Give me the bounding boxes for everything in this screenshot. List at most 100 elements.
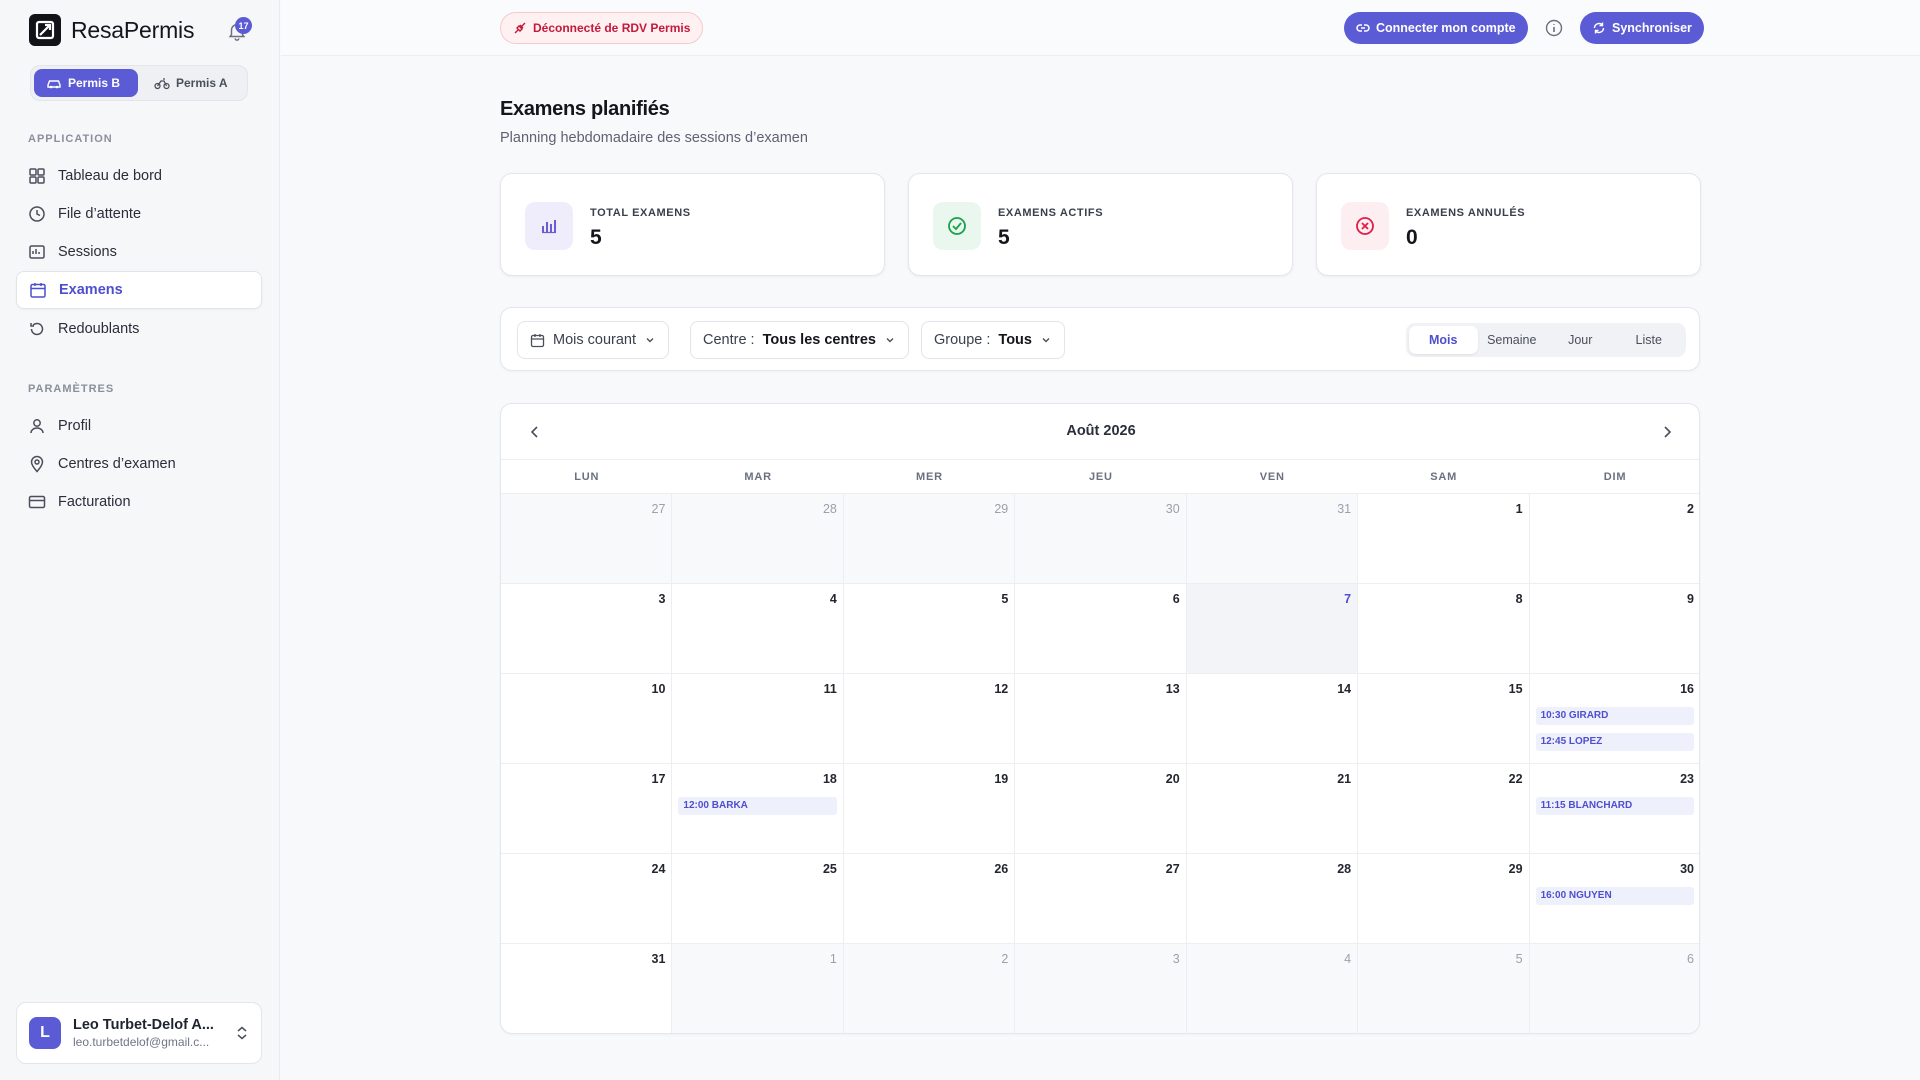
calendar-day-cell[interactable]: 23 11:15 BLANCHARD: [1529, 764, 1699, 854]
exam-event[interactable]: 12:00 BARKA: [678, 797, 837, 815]
calendar-day-cell[interactable]: 28: [672, 494, 844, 584]
calendar-day-cell[interactable]: 28: [1186, 854, 1359, 944]
calendar-day-cell[interactable]: 5: [1358, 944, 1530, 1033]
calendar-day-cell[interactable]: 4: [672, 584, 844, 674]
calendar-day-cell[interactable]: 5: [843, 584, 1016, 674]
calendar-day-cell[interactable]: 3: [1015, 944, 1187, 1033]
calendar-day-cell[interactable]: 3: [501, 584, 673, 674]
weekday-label: MAR: [744, 471, 772, 483]
day-number: 4: [829, 592, 837, 606]
chevron-up-down-icon: [237, 1026, 247, 1040]
day-number: 29: [1508, 862, 1523, 876]
bar-chart-icon: [525, 202, 573, 250]
calendar-day-cell[interactable]: 31: [501, 944, 673, 1033]
nav-item-sessions[interactable]: Sessions: [16, 233, 262, 271]
chevron-down-icon: [1042, 338, 1050, 343]
calendar-day-cell[interactable]: 31: [1186, 494, 1359, 584]
nav-item-facturation[interactable]: Facturation: [16, 483, 262, 521]
calendar-day-cell[interactable]: 17: [501, 764, 673, 854]
stat-value: 5: [590, 226, 602, 249]
calendar-day-cell[interactable]: 29: [843, 494, 1016, 584]
calendar-day-cell[interactable]: 21: [1186, 764, 1359, 854]
day-number: 11: [823, 682, 837, 696]
calendar-day-cell[interactable]: 4: [1186, 944, 1359, 1033]
nav-item-tableau-de-bord[interactable]: Tableau de bord: [16, 157, 262, 195]
calendar-day-cell[interactable]: 7: [1186, 584, 1359, 674]
centre-select[interactable]: Centre : Tous les centres: [690, 321, 909, 359]
nav-item-redoublants[interactable]: Redoublants: [16, 310, 262, 348]
nav-item-examens[interactable]: Examens: [16, 271, 262, 309]
calendar-day-cell[interactable]: 16 10:30 GIRARD 12:45 LOPEZ: [1529, 674, 1699, 764]
brand-name: ResaPermis: [71, 16, 195, 43]
calendar-day-cell[interactable]: 14: [1186, 674, 1359, 764]
info-icon[interactable]: [1544, 18, 1564, 38]
calendar-day-cell[interactable]: 30: [1015, 494, 1187, 584]
day-number: 3: [658, 592, 666, 606]
calendar-day-cell[interactable]: 30 16:00 NGUYEN: [1529, 854, 1699, 944]
calendar-day-cell[interactable]: 25: [672, 854, 844, 944]
sync-button[interactable]: Synchroniser: [1580, 12, 1704, 44]
calendar-day-cell[interactable]: 2: [1529, 494, 1699, 584]
weekday-label: MER: [916, 471, 943, 483]
calendar-day-cell[interactable]: 20: [1015, 764, 1187, 854]
view-tab-semaine[interactable]: Semaine: [1478, 326, 1547, 354]
calendar-day-cell[interactable]: 27: [501, 494, 673, 584]
calendar-day-cell[interactable]: 29: [1358, 854, 1530, 944]
calendar-day-cell[interactable]: 8: [1358, 584, 1530, 674]
calendar-day-cell[interactable]: 24: [501, 854, 673, 944]
calendar-day-cell[interactable]: 13: [1015, 674, 1187, 764]
chevron-down-icon: [646, 338, 654, 343]
calendar-day-cell[interactable]: 9: [1529, 584, 1699, 674]
permis-a-tab[interactable]: Permis A: [142, 69, 240, 97]
brand[interactable]: ResaPermis: [29, 14, 194, 46]
calendar-day-cell[interactable]: 22: [1358, 764, 1530, 854]
sidebar: ResaPermis 17 Permis B Permis A APPLICAT…: [0, 0, 280, 1080]
calendar-day-cell[interactable]: 6: [1529, 944, 1699, 1033]
user-menu[interactable]: L Leo Turbet-Delof A... leo.turbetdelof@…: [16, 1002, 262, 1064]
calendar-day-cell[interactable]: 1: [672, 944, 844, 1033]
view-tab-jour[interactable]: Jour: [1546, 326, 1615, 354]
nav-label: Redoublants: [58, 321, 140, 337]
day-number: 19: [994, 772, 1009, 786]
calendar-day-cell[interactable]: 26: [843, 854, 1016, 944]
calendar-day-cell[interactable]: 1: [1358, 494, 1530, 584]
weekday-header: LUN MAR MER JEU VEN SAM DIM: [501, 460, 1699, 494]
calendar-day-cell[interactable]: 19: [843, 764, 1016, 854]
day-number: 2: [1001, 952, 1009, 966]
permis-b-tab[interactable]: Permis B: [34, 69, 138, 97]
page-title: Examens planifiés: [500, 98, 670, 120]
nav-label: Examens: [59, 282, 123, 298]
calendar-day-cell[interactable]: 11: [672, 674, 844, 764]
calendar-day-cell[interactable]: 27: [1015, 854, 1187, 944]
view-tab-liste[interactable]: Liste: [1615, 326, 1684, 354]
calendar-day-cell[interactable]: 6: [1015, 584, 1187, 674]
nav-item-file-attente[interactable]: File d’attente: [16, 195, 262, 233]
exam-event[interactable]: 11:15 BLANCHARD: [1535, 797, 1694, 815]
group-select[interactable]: Groupe : Tous: [921, 321, 1065, 359]
connect-account-button[interactable]: Connecter mon compte: [1344, 12, 1528, 44]
nav-item-centres[interactable]: Centres d’examen: [16, 445, 262, 483]
exam-event[interactable]: 10:30 GIRARD: [1535, 707, 1694, 725]
day-number: 6: [1687, 952, 1694, 966]
period-select[interactable]: Mois courant: [517, 321, 670, 359]
exam-event[interactable]: 12:45 LOPEZ: [1535, 733, 1694, 751]
day-number: 3: [1172, 952, 1180, 966]
calendar-day-cell[interactable]: 18 12:00 BARKA: [672, 764, 844, 854]
day-number: 23: [1680, 772, 1694, 786]
day-number: 17: [651, 772, 666, 786]
chevron-right-icon[interactable]: [1657, 422, 1677, 442]
calendar-day-cell[interactable]: 15: [1358, 674, 1530, 764]
nav-section-application: APPLICATION: [28, 133, 113, 145]
filter-bar: Mois courant Centre : Tous les centres G…: [500, 307, 1700, 371]
nav-item-profil[interactable]: Profil: [16, 407, 262, 445]
nav-label: Facturation: [58, 494, 131, 510]
connection-status-label: Déconnecté de RDV Permis: [533, 21, 691, 35]
exam-event[interactable]: 16:00 NGUYEN: [1535, 887, 1694, 905]
calendar-day-cell[interactable]: 2: [843, 944, 1016, 1033]
weekday-label: LUN: [574, 471, 600, 483]
connection-status-badge[interactable]: Déconnecté de RDV Permis: [500, 12, 704, 44]
calendar-day-cell[interactable]: 10: [501, 674, 673, 764]
view-tab-mois[interactable]: Mois: [1409, 326, 1478, 354]
motorbike-icon: [154, 78, 170, 90]
calendar-day-cell[interactable]: 12: [843, 674, 1016, 764]
